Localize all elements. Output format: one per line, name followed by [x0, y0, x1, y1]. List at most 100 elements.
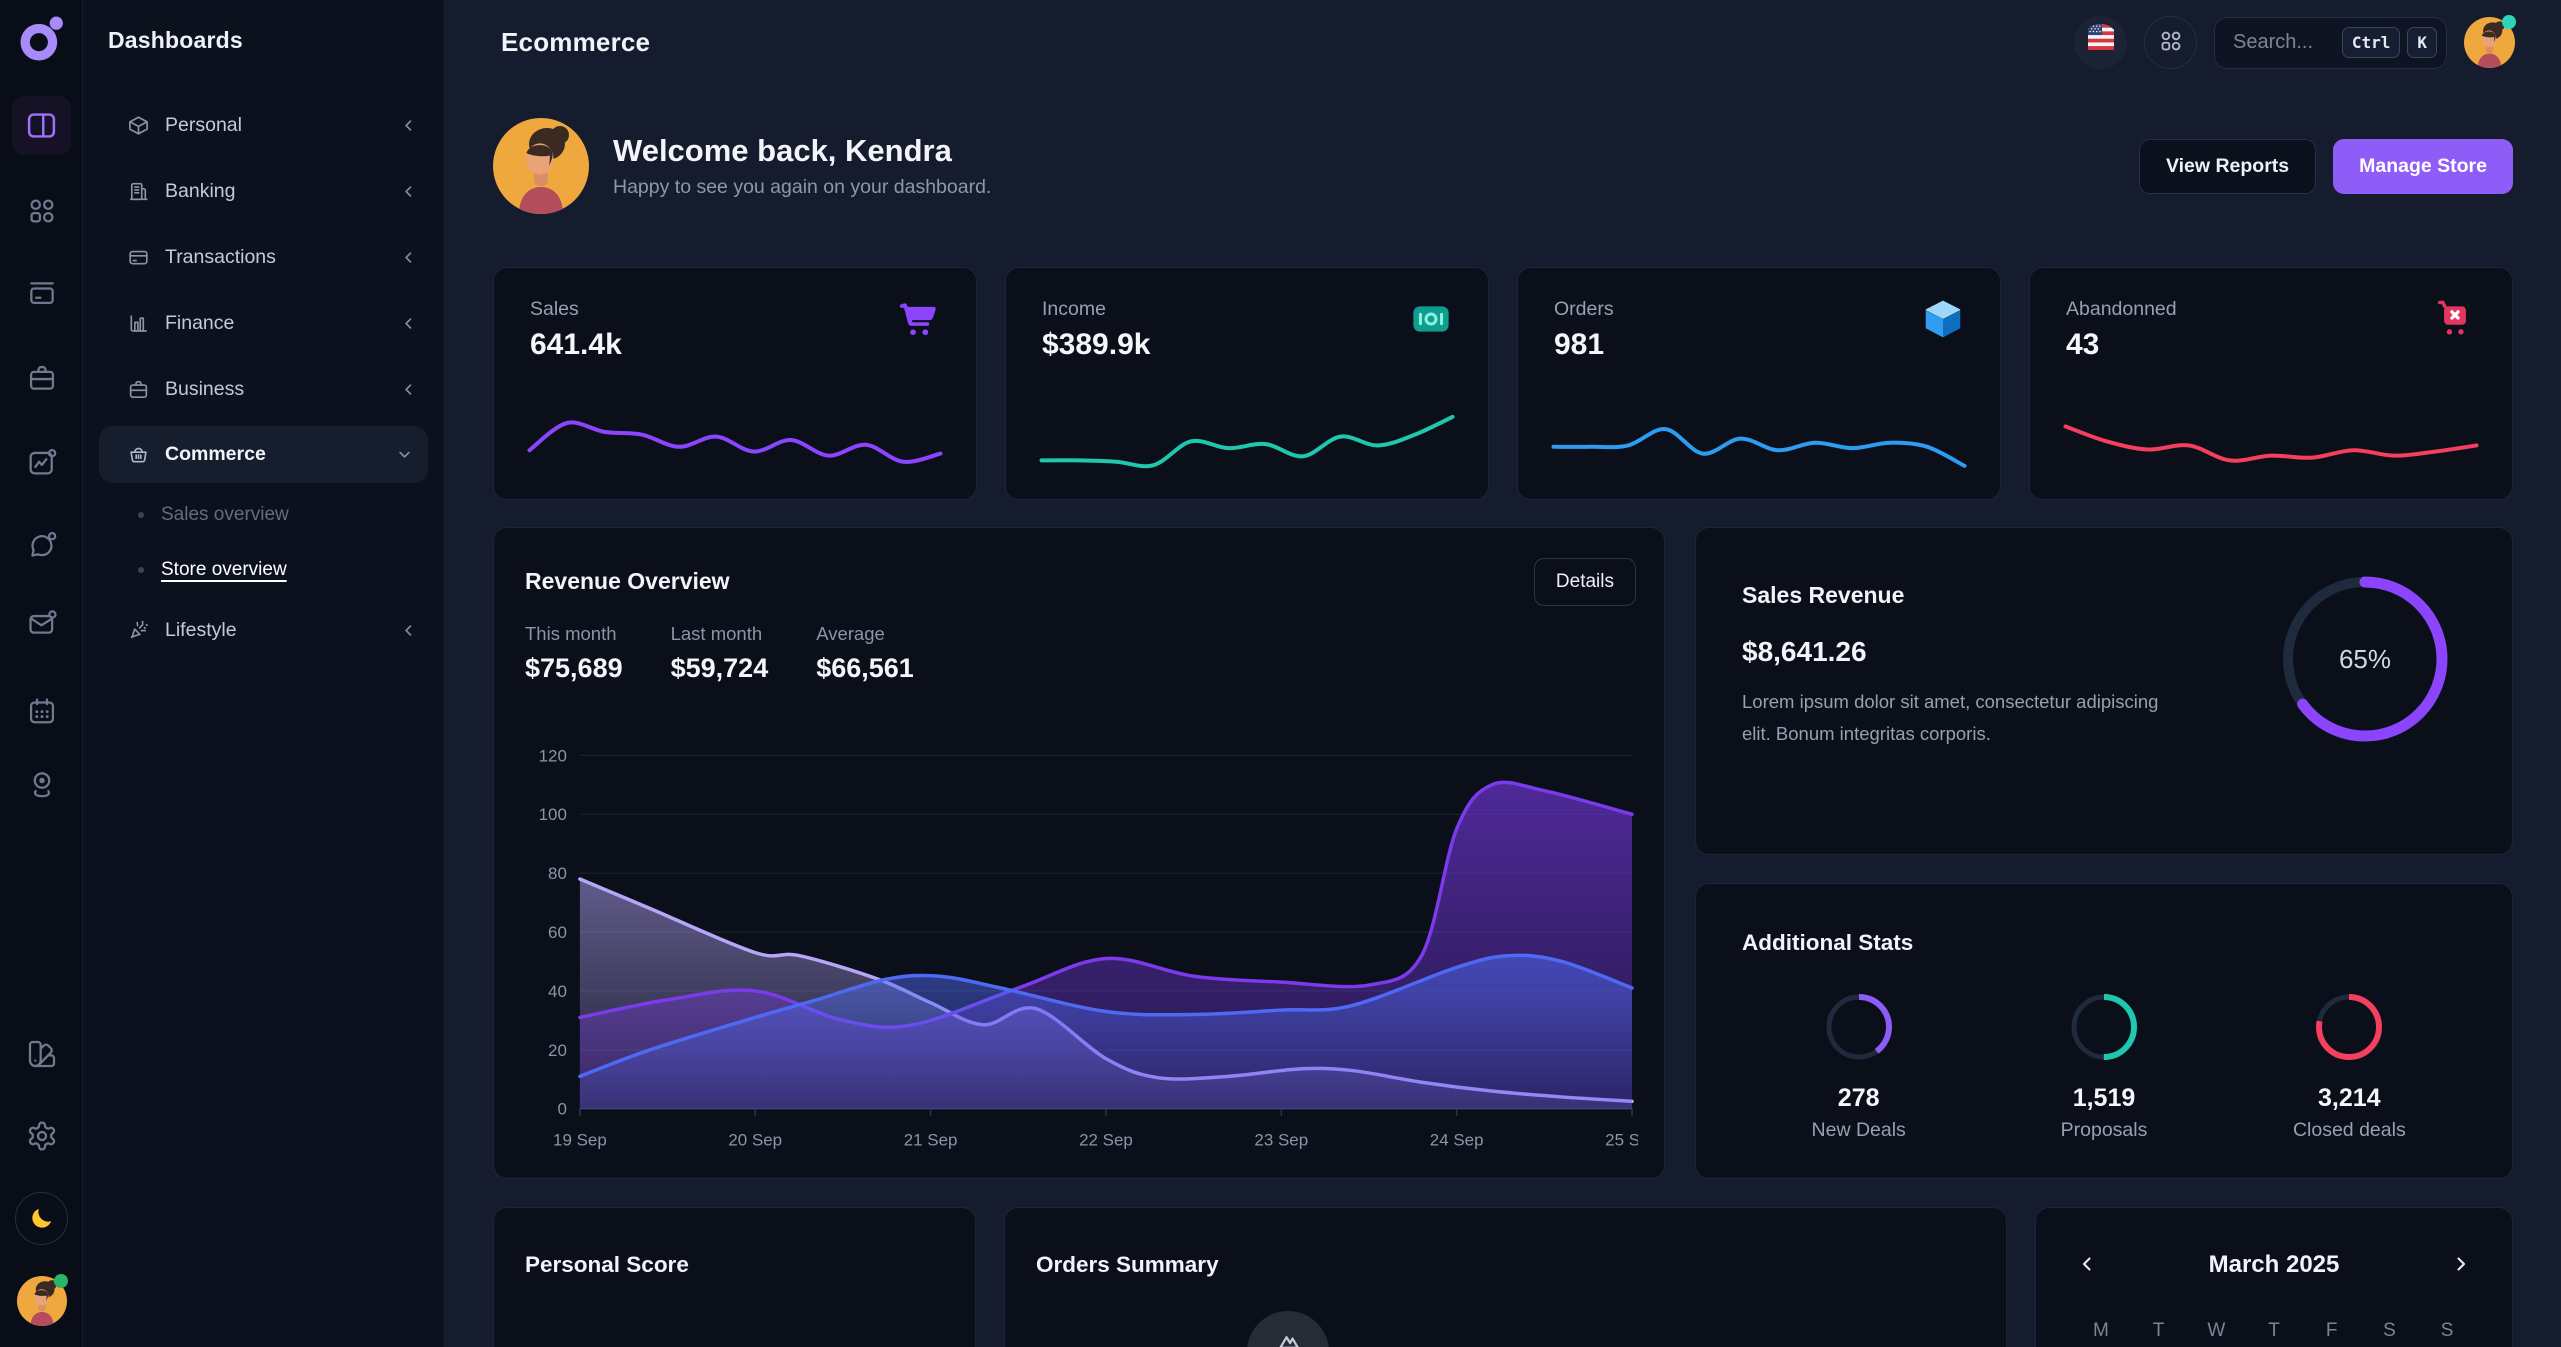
bank-icon: [127, 180, 150, 203]
revenue-area-chart: 020406080100120 19 Sep 20 Sep 21 Sep 22 …: [520, 732, 1638, 1166]
additional-stats-row: 278 New Deals 1,519 Proposals 3,214 Clos…: [1736, 982, 2472, 1148]
svg-text:0: 0: [557, 1100, 566, 1119]
topbar: Ecommerce Ctrl K: [445, 0, 2561, 85]
manage-store-button[interactable]: Manage Store: [2333, 139, 2513, 194]
basket-icon: [127, 443, 150, 466]
sidebar-item-personal[interactable]: Personal: [83, 92, 444, 158]
apps-grid-icon: [2158, 28, 2184, 57]
welcome-banner: Welcome back, Kendra Happy to see you ag…: [493, 117, 2513, 215]
weekday-label: T: [2245, 1320, 2303, 1342]
kbd-ctrl: Ctrl: [2342, 27, 2401, 58]
progress-ring: [2067, 990, 2141, 1069]
rail-chat-button[interactable]: [18, 521, 65, 568]
svg-text:19 Sep: 19 Sep: [553, 1131, 607, 1150]
welcome-text: Welcome back, Kendra Happy to see you ag…: [613, 133, 991, 199]
banknote-icon: [1408, 296, 1454, 342]
logo-icon[interactable]: [15, 13, 68, 66]
calendar-next-button[interactable]: [2446, 1250, 2476, 1280]
rail-swatchbook-button[interactable]: [18, 1030, 65, 1077]
donut-percent-label: 65%: [2274, 568, 2456, 750]
revenue-stat-last-month: Last month $59,724: [671, 623, 769, 684]
sidebar-item-banking[interactable]: Banking: [83, 158, 444, 224]
page-title: Ecommerce: [501, 27, 650, 58]
party-icon: [127, 619, 150, 642]
details-button[interactable]: Details: [1534, 558, 1636, 606]
sidebar-item-commerce[interactable]: Commerce: [99, 426, 428, 483]
sidebar-item-transactions[interactable]: Transactions: [83, 224, 444, 290]
chevron-left-icon: [2075, 1264, 2099, 1279]
welcome-actions: View Reports Manage Store: [2139, 139, 2513, 194]
kbd-k: K: [2407, 27, 2437, 58]
calendar-month-title: March 2025: [2102, 1251, 2446, 1279]
weekday-label: M: [2072, 1320, 2130, 1342]
sales-revenue-title: Sales Revenue: [1742, 582, 1904, 609]
bullet-dot: [138, 567, 144, 573]
sidebar-subitem-store-overview[interactable]: Store overview: [83, 542, 444, 597]
status-dot: [2502, 15, 2516, 29]
language-flag-button[interactable]: [2074, 16, 2127, 69]
rail-mail-button[interactable]: [18, 599, 65, 646]
sidebar-item-business[interactable]: Business: [83, 356, 444, 422]
mini-stat-proposals: 1,519 Proposals: [1981, 982, 2226, 1148]
progress-ring: [2312, 990, 2386, 1069]
stat-cards-row: Sales 641.4k Income $389.9k Orders: [493, 267, 2513, 500]
orders-summary-badge: [1247, 1311, 1329, 1347]
sales-revenue-description: Lorem ipsum dolor sit amet, consectetur …: [1742, 686, 2192, 751]
view-reports-button[interactable]: View Reports: [2139, 139, 2316, 194]
rail-calendar-button[interactable]: [18, 687, 65, 734]
svg-text:80: 80: [548, 864, 567, 883]
cart-icon: [896, 296, 942, 342]
us-flag-icon: [2082, 24, 2119, 61]
stat-card-orders: Orders 981: [1517, 267, 2001, 500]
user-avatar[interactable]: [2464, 17, 2515, 68]
calendar-header: March 2025: [2072, 1250, 2476, 1280]
svg-text:21 Sep: 21 Sep: [904, 1131, 958, 1150]
calendar-card: March 2025 MTWTFSS: [2035, 1207, 2513, 1347]
orders-summary-card: Orders Summary 000: [1004, 1207, 2007, 1347]
cart-x-icon: [2432, 296, 2478, 342]
rail-moon-button[interactable]: [15, 1192, 68, 1245]
welcome-avatar: [493, 118, 589, 214]
weekday-label: S: [2418, 1320, 2476, 1342]
svg-text:24 Sep: 24 Sep: [1430, 1131, 1484, 1150]
calendar-prev-button[interactable]: [2072, 1250, 2102, 1280]
sparkline-chart: [2060, 399, 2482, 477]
rail-dock-button[interactable]: [18, 269, 65, 316]
topbar-actions: Ctrl K: [2074, 16, 2515, 69]
revenue-stat-this-month: This month $75,689: [525, 623, 623, 684]
rail-chart-image-button[interactable]: [18, 438, 65, 485]
svg-text:20 Sep: 20 Sep: [728, 1131, 782, 1150]
sidebar: Dashboards Personal Banking Transactions…: [83, 0, 445, 1347]
search-input[interactable]: [2233, 31, 2335, 54]
rail-map-pin-button[interactable]: [18, 760, 65, 807]
sidebar-item-finance[interactable]: Finance: [83, 290, 444, 356]
bullet-dot: [138, 512, 144, 518]
welcome-title: Welcome back, Kendra: [613, 133, 991, 169]
apps-grid-button[interactable]: [2144, 16, 2197, 69]
additional-stats-title: Additional Stats: [1742, 930, 1913, 956]
search-box[interactable]: Ctrl K: [2214, 17, 2447, 69]
rail-apps-grid-button[interactable]: [18, 187, 65, 234]
weekday-label: W: [2187, 1320, 2245, 1342]
status-dot: [54, 1274, 68, 1288]
rail-briefcase-button[interactable]: [18, 354, 65, 401]
mini-stat-new-deals: 278 New Deals: [1736, 982, 1981, 1148]
chevron-right-icon: [2449, 1264, 2473, 1279]
rail-panels-button[interactable]: [12, 96, 71, 155]
sidebar-subitem-sales-overview[interactable]: Sales overview: [83, 487, 444, 542]
revenue-stat-average: Average $66,561: [816, 623, 914, 684]
rail-settings-button[interactable]: [18, 1112, 65, 1159]
main-area: Ecommerce Ctrl K: [445, 0, 2561, 1347]
rail-user-avatar[interactable]: [17, 1276, 67, 1326]
sales-revenue-card: Sales Revenue $8,641.26 Lorem ipsum dolo…: [1695, 527, 2513, 855]
right-column: Sales Revenue $8,641.26 Lorem ipsum dolo…: [1695, 527, 2513, 1179]
svg-text:22 Sep: 22 Sep: [1079, 1131, 1133, 1150]
revenue-stats: This month $75,689 Last month $59,724 Av…: [525, 623, 914, 684]
sidebar-item-lifestyle[interactable]: Lifestyle: [83, 597, 444, 663]
chart-column-icon: [127, 312, 150, 335]
chevron-left-icon: [399, 380, 418, 399]
cube-icon: [1920, 296, 1966, 342]
additional-stats-card: Additional Stats 278 New Deals 1,519 Pro…: [1695, 883, 2513, 1179]
weekday-label: F: [2303, 1320, 2361, 1342]
svg-text:20: 20: [548, 1041, 567, 1060]
